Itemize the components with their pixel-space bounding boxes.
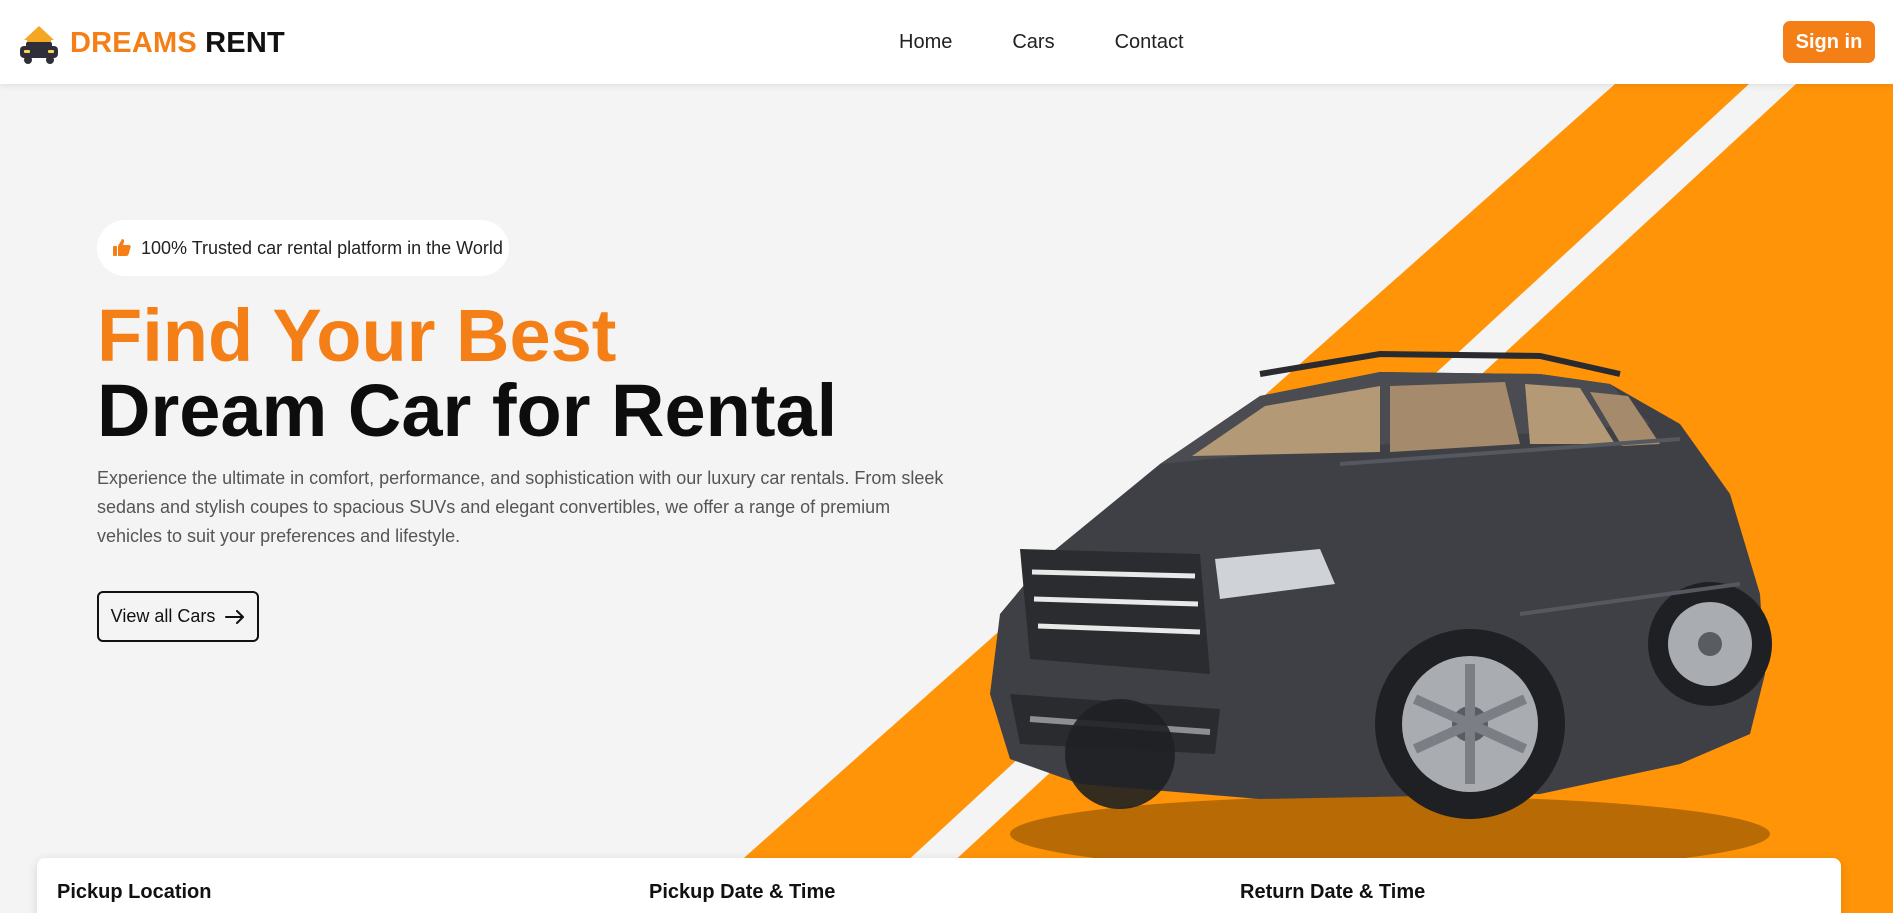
view-all-cars-button[interactable]: View all Cars	[97, 591, 259, 642]
return-datetime-label: Return Date & Time	[1240, 881, 1426, 903]
signin-button[interactable]: Sign in	[1783, 21, 1875, 63]
trust-badge-text: 100% Trusted car rental platform in the …	[141, 237, 503, 258]
pickup-location-label: Pickup Location	[57, 881, 212, 903]
thumbs-up-icon	[113, 239, 131, 256]
hero-title-line1: Find Your Best	[97, 294, 617, 377]
hero-title-line2: Dream Car for Rental	[97, 369, 838, 452]
view-all-cars-label: View all Cars	[110, 606, 216, 626]
brand-logo[interactable]: DREAMS RENT	[16, 20, 285, 66]
main-nav: Home Cars Contact	[899, 0, 1184, 84]
nav-home[interactable]: Home	[899, 31, 952, 54]
brand-name-part1: DREAMS	[70, 26, 197, 59]
brand-name: DREAMS RENT	[70, 27, 285, 60]
booking-form: Pickup Location Pickup Date & Time Retur…	[37, 858, 1841, 913]
nav-cars[interactable]: Cars	[1012, 31, 1054, 54]
pickup-datetime-label: Pickup Date & Time	[649, 881, 836, 903]
suv-car-image	[990, 350, 1772, 872]
hero-section: 100% Trusted car rental platform in the …	[0, 84, 1893, 913]
brand-name-part2: RENT	[205, 26, 285, 59]
hero-description: Experience the ultimate in comfort, perf…	[97, 468, 944, 546]
top-navbar: DREAMS RENT Home Cars Contact Sign in	[0, 0, 1893, 84]
nav-contact[interactable]: Contact	[1115, 31, 1184, 54]
car-house-icon	[20, 26, 58, 64]
arrow-right-icon	[225, 609, 245, 624]
trust-badge: 100% Trusted car rental platform in the …	[97, 220, 509, 276]
